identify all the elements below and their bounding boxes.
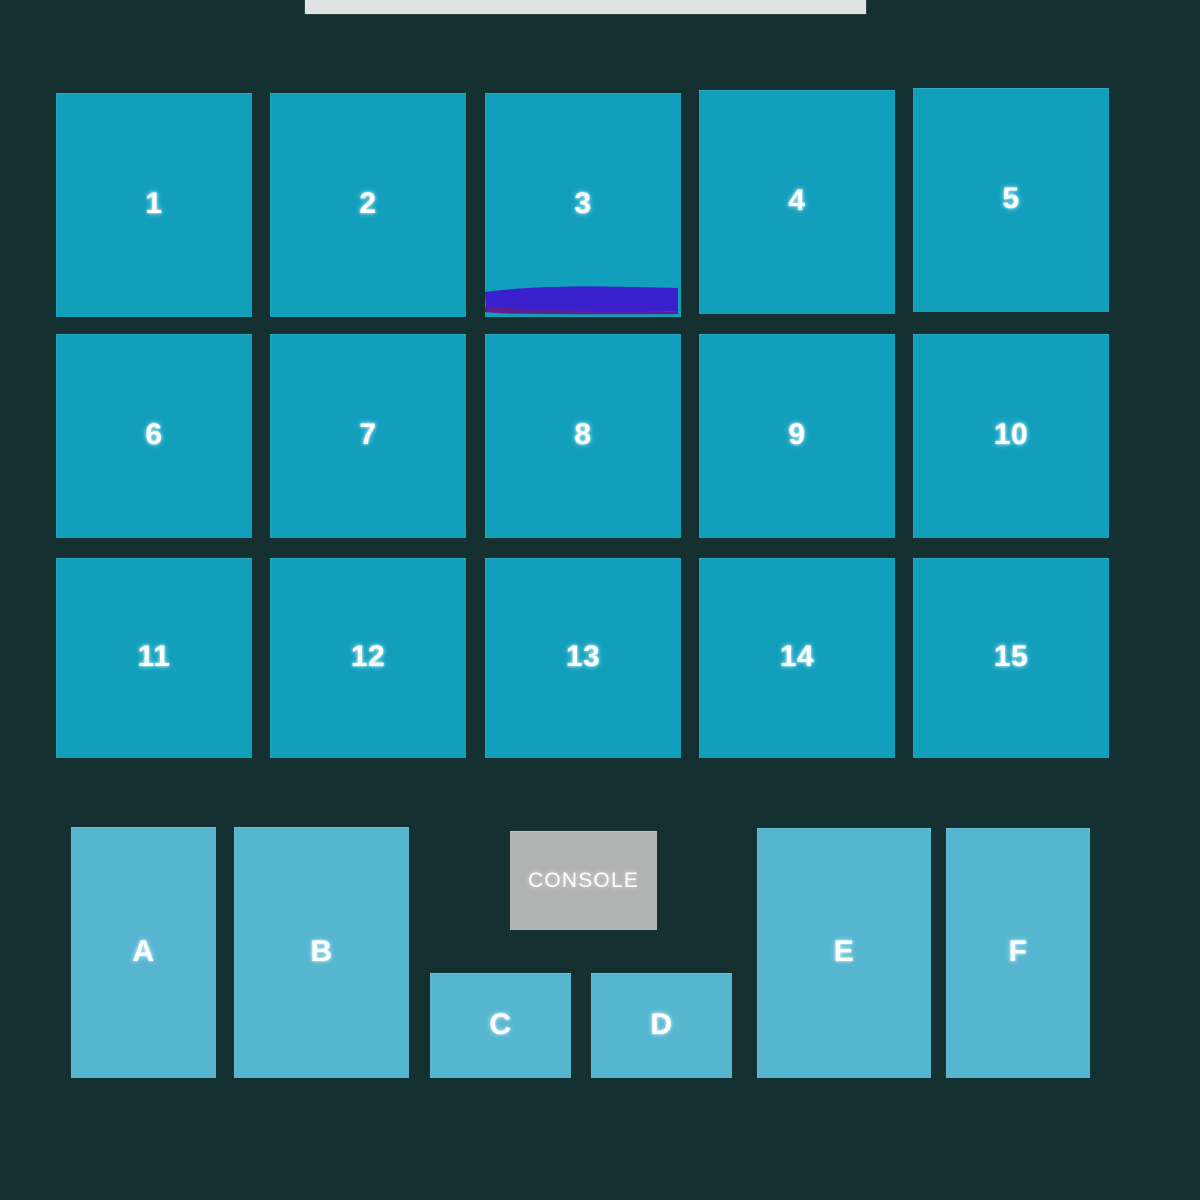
section-label: A	[132, 934, 155, 968]
section-label: 8	[574, 418, 592, 451]
section-label: 6	[145, 418, 163, 451]
console-label: CONSOLE	[527, 868, 640, 892]
section-6[interactable]: 6	[56, 334, 252, 538]
section-label: C	[489, 1007, 512, 1041]
section-label: 10	[993, 418, 1029, 451]
section-label: 3	[574, 187, 592, 220]
section-2[interactable]: 2	[270, 93, 466, 317]
section-14[interactable]: 14	[699, 558, 895, 758]
section-label: 7	[359, 418, 377, 451]
section-f[interactable]: F	[946, 828, 1090, 1078]
section-label: 12	[350, 640, 386, 673]
section-c[interactable]: C	[430, 973, 571, 1078]
section-label: 11	[137, 640, 171, 673]
section-label: 13	[565, 640, 601, 673]
section-e[interactable]: E	[757, 828, 931, 1078]
section-10[interactable]: 10	[913, 334, 1109, 538]
section-a[interactable]: A	[71, 827, 216, 1078]
section-15[interactable]: 15	[913, 558, 1109, 758]
section-13[interactable]: 13	[485, 558, 681, 758]
section-8[interactable]: 8	[485, 334, 681, 538]
section-b[interactable]: B	[234, 827, 409, 1078]
section-7[interactable]: 7	[270, 334, 466, 538]
section-9[interactable]: 9	[699, 334, 895, 538]
section-label: 4	[788, 184, 806, 217]
section-label: B	[310, 934, 333, 968]
section-label: 15	[993, 640, 1029, 673]
section-5[interactable]: 5	[913, 88, 1109, 312]
section-label: D	[650, 1007, 673, 1041]
section-label: 5	[1002, 182, 1020, 215]
section-label: 9	[788, 418, 806, 451]
stage-bar	[305, 0, 866, 14]
console-area[interactable]: CONSOLE	[510, 831, 657, 930]
section-4[interactable]: 4	[699, 90, 895, 314]
section-label: E	[833, 935, 855, 968]
section-3[interactable]: 3	[485, 93, 681, 317]
section-1[interactable]: 1	[56, 93, 252, 317]
section-label: F	[1008, 935, 1028, 968]
section-label: 2	[359, 187, 377, 220]
section-12[interactable]: 12	[270, 558, 466, 758]
section-d[interactable]: D	[591, 973, 732, 1078]
section-11[interactable]: 11	[56, 558, 252, 758]
section-label: 14	[779, 640, 815, 673]
section-label: 1	[145, 187, 163, 220]
venue-seat-map: 1 2 3 4 5 6 7 8 9 10 11 12 13 14 15 A B …	[0, 0, 1200, 1200]
